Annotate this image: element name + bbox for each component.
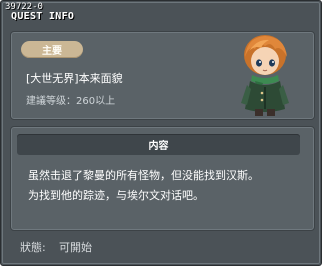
quest-name: [大世无界]本来面貌 [26,72,123,85]
quest-info-window: 39722-0 QUEST INFO 主要 [大世无界]本来面貌 建議等级：26… [0,0,322,266]
status-value: 可開始 [59,241,92,254]
description-line: 为找到他的踪迹，与埃尔文对话吧。 [28,189,204,202]
required-level: 建議等级：260以上 [26,96,116,107]
npc-portrait-icon [241,35,289,116]
status-label: 狀態: [20,241,46,254]
content-header: 内容 [17,134,300,155]
window-title: QUEST INFO [11,11,75,22]
description-line: 虽然击退了黎曼的所有怪物，但没能找到汉斯。 [28,169,259,182]
category-badge: 主要 [21,41,83,58]
